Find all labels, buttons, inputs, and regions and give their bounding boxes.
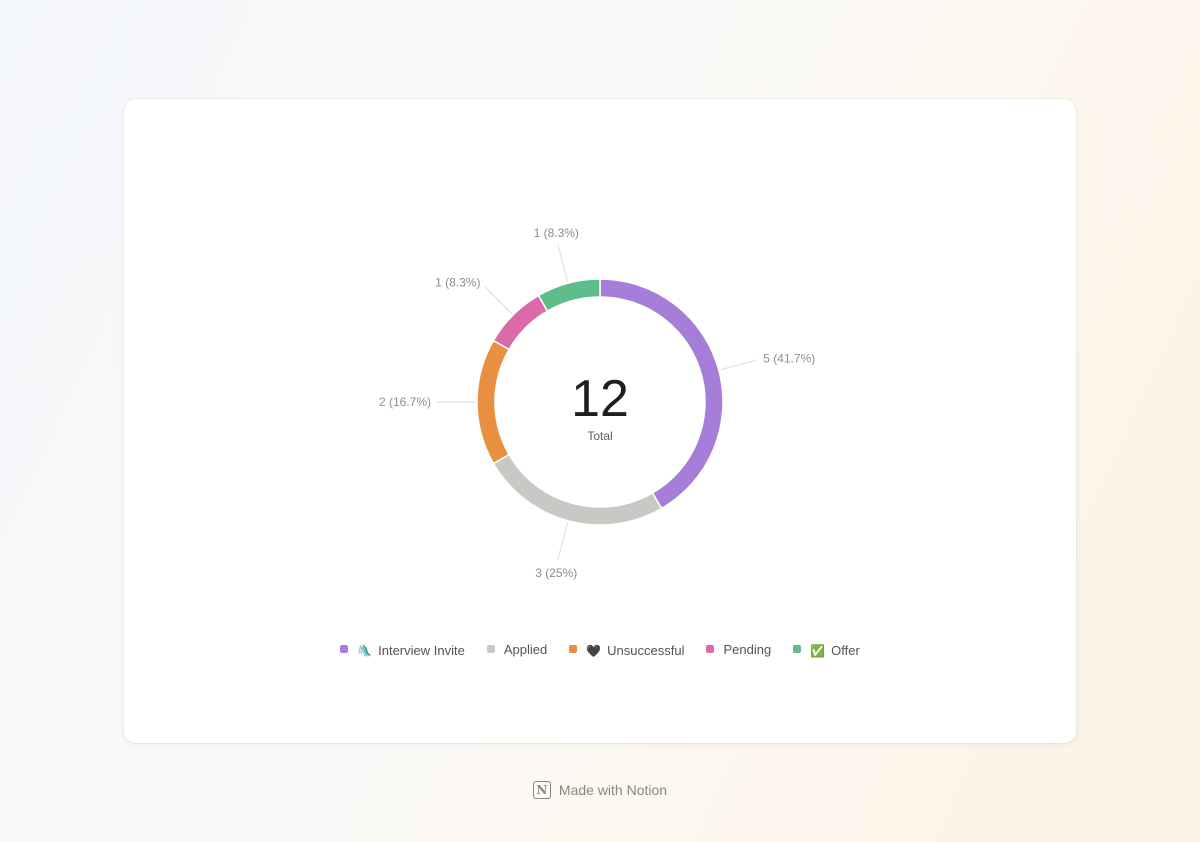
data-label: 2 (16.7%) (379, 395, 431, 409)
legend-label: Offer (831, 643, 860, 658)
center-total: 12 (571, 370, 629, 428)
legend-label: Pending (723, 642, 772, 657)
legend-item-unsuccessful[interactable]: 🖤 Unsuccessful (569, 639, 684, 658)
footer-text: Made with Notion (558, 782, 668, 798)
donut-slice-offer[interactable] (537, 278, 601, 313)
donut-slice-unsuccessful[interactable] (476, 339, 511, 465)
legend-item-applied[interactable]: Applied (486, 639, 548, 658)
donut-chart: 5 (41.7%) 3 (25%) 2 (16.7%) 1 (8.3%) 1 (8.3%… (379, 226, 815, 580)
legend-swatch (340, 645, 349, 653)
donut-slice-applied[interactable] (492, 453, 663, 526)
black-heart-icon: 🖤 (586, 644, 602, 658)
leader-line (557, 244, 569, 282)
legend-swatch (486, 645, 495, 653)
legend-swatch (569, 645, 578, 653)
legend-item-offer[interactable]: ✅ Offer (793, 639, 860, 658)
legend-label: Applied (503, 642, 548, 657)
slide-icon: 🛝 (357, 644, 373, 658)
made-with-notion-footer[interactable]: N Made with Notion (0, 781, 1200, 799)
leader-line (720, 359, 758, 371)
check-mark-icon: ✅ (810, 644, 826, 658)
chart-legend: 🛝 Interview Invite Applied 🖤 Unsuccessfu… (0, 639, 1200, 658)
data-label: 3 (25%) (535, 566, 577, 580)
legend-item-interview-invite[interactable]: 🛝 Interview Invite (340, 639, 465, 658)
legend-label: Interview Invite (378, 643, 465, 658)
data-label: 5 (41.7%) (763, 351, 815, 365)
center-total-label: Total (587, 429, 612, 443)
leader-line (557, 522, 569, 560)
legend-item-pending[interactable]: Pending (706, 639, 771, 658)
notion-logo-icon: N (532, 781, 551, 799)
leader-line (484, 286, 512, 314)
legend-swatch (793, 645, 802, 653)
legend-swatch (706, 645, 715, 653)
legend-label: Unsuccessful (607, 643, 685, 658)
data-label: 1 (8.3%) (435, 275, 480, 289)
data-label: 1 (8.3%) (534, 226, 579, 240)
